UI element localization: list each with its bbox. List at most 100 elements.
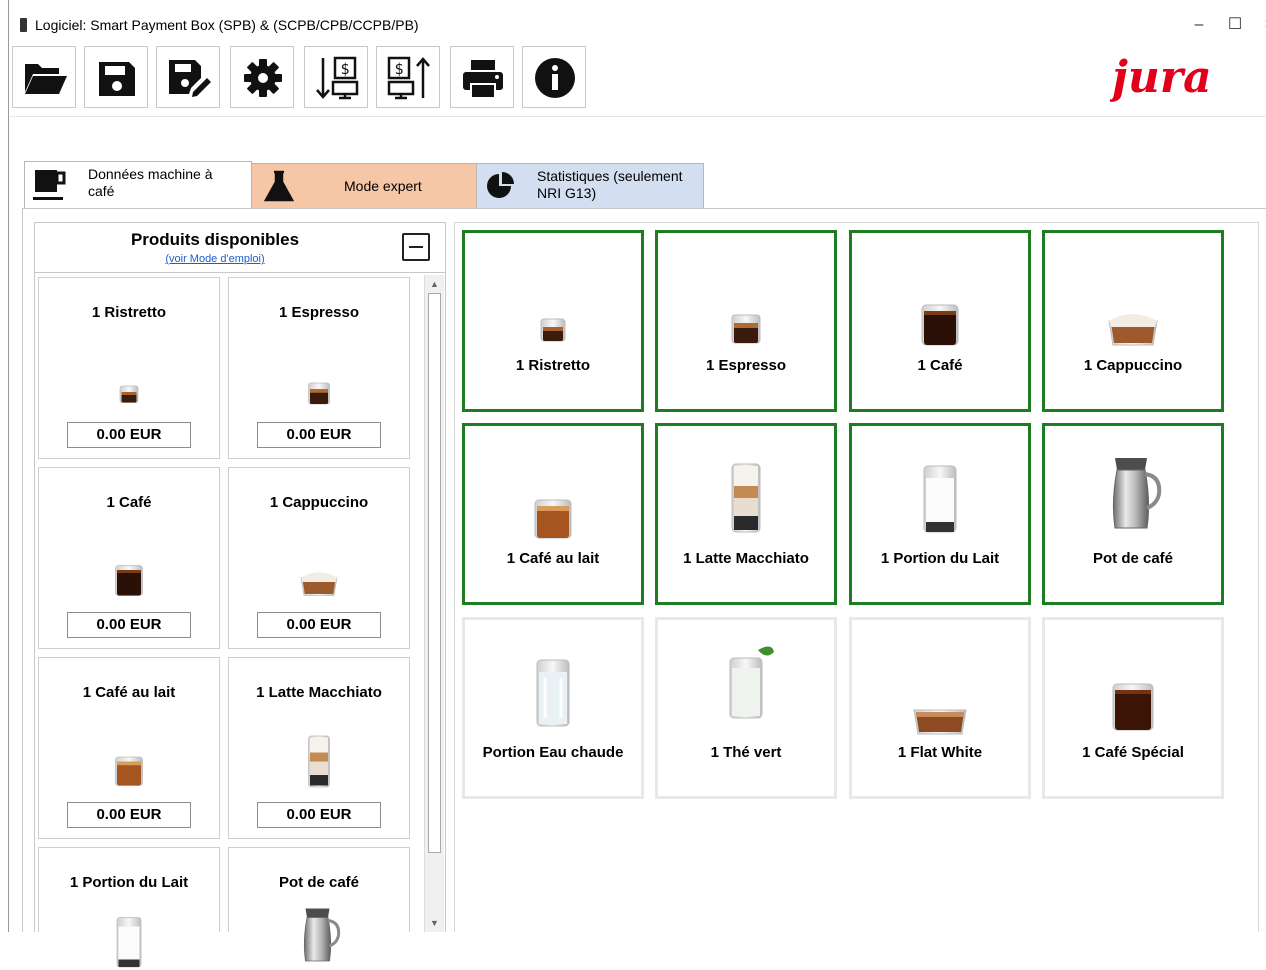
floppy-disk-icon — [99, 62, 135, 96]
grid-item-label: 1 Café au lait — [506, 550, 600, 567]
info-icon — [535, 58, 575, 98]
panel-header: Produits disponibles (voir Mode d'emploi… — [35, 223, 445, 273]
download-prices-icon: $ — [316, 56, 359, 100]
tab-statistics[interactable]: Statistiques (seulement NRI G13) — [476, 163, 704, 208]
espresso-image — [295, 350, 343, 410]
price-input[interactable]: 0.00 EUR — [257, 422, 381, 448]
info-button[interactable] — [522, 46, 586, 108]
floppy-edit-icon — [169, 60, 211, 97]
upload-prices-icon: $ — [387, 56, 430, 100]
grid-item-label: 1 Cappuccino — [1083, 357, 1183, 374]
cafe-image — [105, 540, 153, 600]
settings-button[interactable] — [230, 46, 294, 108]
product-name: 1 Latte Macchiato — [256, 684, 382, 701]
save-button[interactable] — [84, 46, 148, 108]
product-card-pot-de-cafe[interactable]: Pot de café — [228, 847, 410, 932]
grid-item-portion-lait[interactable]: 1 Portion du Lait — [849, 423, 1031, 605]
products-scrollbar[interactable]: ▲ ▼ — [424, 275, 444, 932]
import-prices-button[interactable]: $ — [304, 46, 368, 108]
svg-text:$: $ — [394, 60, 403, 78]
product-name: 1 Portion du Lait — [69, 874, 189, 891]
minimize-button[interactable]: – — [1184, 12, 1214, 38]
coffee-pot-image — [1101, 452, 1165, 532]
product-card-cappuccino[interactable]: 1 Cappuccino 0.00 EUR — [228, 467, 410, 649]
open-folder-button[interactable] — [12, 46, 76, 108]
app-icon — [20, 18, 27, 32]
maximize-button[interactable]: ☐ — [1220, 12, 1250, 38]
window-frame-left — [0, 0, 9, 932]
grid-item-espresso[interactable]: 1 Espresso — [655, 230, 837, 412]
svg-text:$: $ — [340, 60, 349, 78]
product-card-ristretto[interactable]: 1 Ristretto 0.00 EUR — [38, 277, 220, 459]
product-card-espresso[interactable]: 1 Espresso 0.00 EUR — [228, 277, 410, 459]
latte-macchiato-image — [714, 456, 778, 536]
green-tea-image — [714, 642, 778, 722]
cappuccino-image — [295, 540, 343, 600]
manual-link[interactable]: (voir Mode d'emploi) — [35, 253, 395, 265]
tab-machine-data[interactable]: Données machine à café — [24, 161, 252, 208]
grid-item-label: 1 Ristretto — [515, 357, 591, 374]
price-input[interactable]: 0.00 EUR — [257, 612, 381, 638]
flask-icon — [264, 170, 294, 202]
scroll-up-arrow-icon[interactable]: ▲ — [425, 275, 444, 293]
printer-icon — [463, 60, 503, 99]
milk-image — [908, 456, 972, 536]
grid-item-cafe[interactable]: 1 Café — [849, 230, 1031, 412]
grid-item-ristretto[interactable]: 1 Ristretto — [462, 230, 644, 412]
grid-item-cafe-special[interactable]: 1 Café Spécial — [1042, 617, 1224, 799]
panel-title: Produits disponibles — [130, 230, 300, 249]
title-bar: Logiciel: Smart Payment Box (SPB) & (SCP… — [10, 0, 1266, 42]
product-name: 1 Cappuccino — [269, 494, 369, 511]
grid-item-eau-chaude[interactable]: Portion Eau chaude — [462, 617, 644, 799]
cappuccino-image — [1101, 271, 1165, 351]
grid-item-cappuccino[interactable]: 1 Cappuccino — [1042, 230, 1224, 412]
jura-logo: jura — [1110, 54, 1212, 103]
tab-label: Données machine à café — [88, 166, 213, 199]
scroll-down-arrow-icon[interactable]: ▼ — [425, 914, 444, 932]
price-input[interactable]: 0.00 EUR — [67, 612, 191, 638]
flat-white-image — [908, 658, 972, 738]
espresso-image — [714, 271, 778, 351]
scroll-thumb[interactable] — [428, 293, 441, 853]
latte-macchiato-image — [295, 730, 343, 790]
grid-item-the-vert[interactable]: 1 Thé vert — [655, 617, 837, 799]
folder-open-icon — [25, 64, 67, 94]
grid-item-pot-de-cafe[interactable]: Pot de café — [1042, 423, 1224, 605]
product-name: 1 Espresso — [278, 304, 360, 321]
product-card-cafe-au-lait[interactable]: 1 Café au lait 0.00 EUR — [38, 657, 220, 839]
toolbar-separator — [10, 116, 1266, 117]
cafe-au-lait-image — [521, 464, 585, 544]
print-button[interactable] — [450, 46, 514, 108]
grid-item-label: Portion Eau chaude — [482, 744, 624, 761]
grid-item-flat-white[interactable]: 1 Flat White — [849, 617, 1031, 799]
tab-expert-mode[interactable]: Mode expert — [251, 163, 477, 208]
product-name: Pot de café — [278, 874, 360, 891]
hot-water-image — [521, 650, 585, 730]
grid-item-cafe-au-lait[interactable]: 1 Café au lait — [462, 423, 644, 605]
ristretto-image — [105, 350, 153, 410]
price-input[interactable]: 0.00 EUR — [67, 802, 191, 828]
window-title: Logiciel: Smart Payment Box (SPB) & (SCP… — [35, 17, 419, 33]
grid-item-label: 1 Café — [917, 357, 963, 374]
special-coffee-image — [1101, 654, 1165, 734]
coffee-pot-image — [295, 904, 343, 964]
coffee-cup-icon — [33, 170, 66, 200]
price-input[interactable]: 0.00 EUR — [67, 422, 191, 448]
product-name: 1 Café — [106, 494, 152, 511]
tab-label: Statistiques (seulement NRI G13) — [537, 168, 683, 201]
save-as-button[interactable] — [156, 46, 220, 108]
grid-item-label: 1 Espresso — [705, 357, 787, 374]
grid-item-label: 1 Portion du Lait — [880, 550, 1000, 567]
grid-item-label: 1 Latte Macchiato — [683, 550, 809, 567]
product-card-latte-macchiato[interactable]: 1 Latte Macchiato 0.00 EUR — [228, 657, 410, 839]
export-prices-button[interactable]: $ — [376, 46, 440, 108]
price-input[interactable]: 0.00 EUR — [257, 802, 381, 828]
svg-text:jura: jura — [1110, 54, 1212, 103]
pie-chart-icon — [487, 172, 514, 198]
product-card-cafe[interactable]: 1 Café 0.00 EUR — [38, 467, 220, 649]
product-name: 1 Café au lait — [82, 684, 176, 701]
product-card-portion-lait[interactable]: 1 Portion du Lait — [38, 847, 220, 932]
close-button[interactable]: × — [1254, 12, 1266, 38]
grid-item-latte-macchiato[interactable]: 1 Latte Macchiato — [655, 423, 837, 605]
collapse-button[interactable] — [402, 233, 430, 261]
